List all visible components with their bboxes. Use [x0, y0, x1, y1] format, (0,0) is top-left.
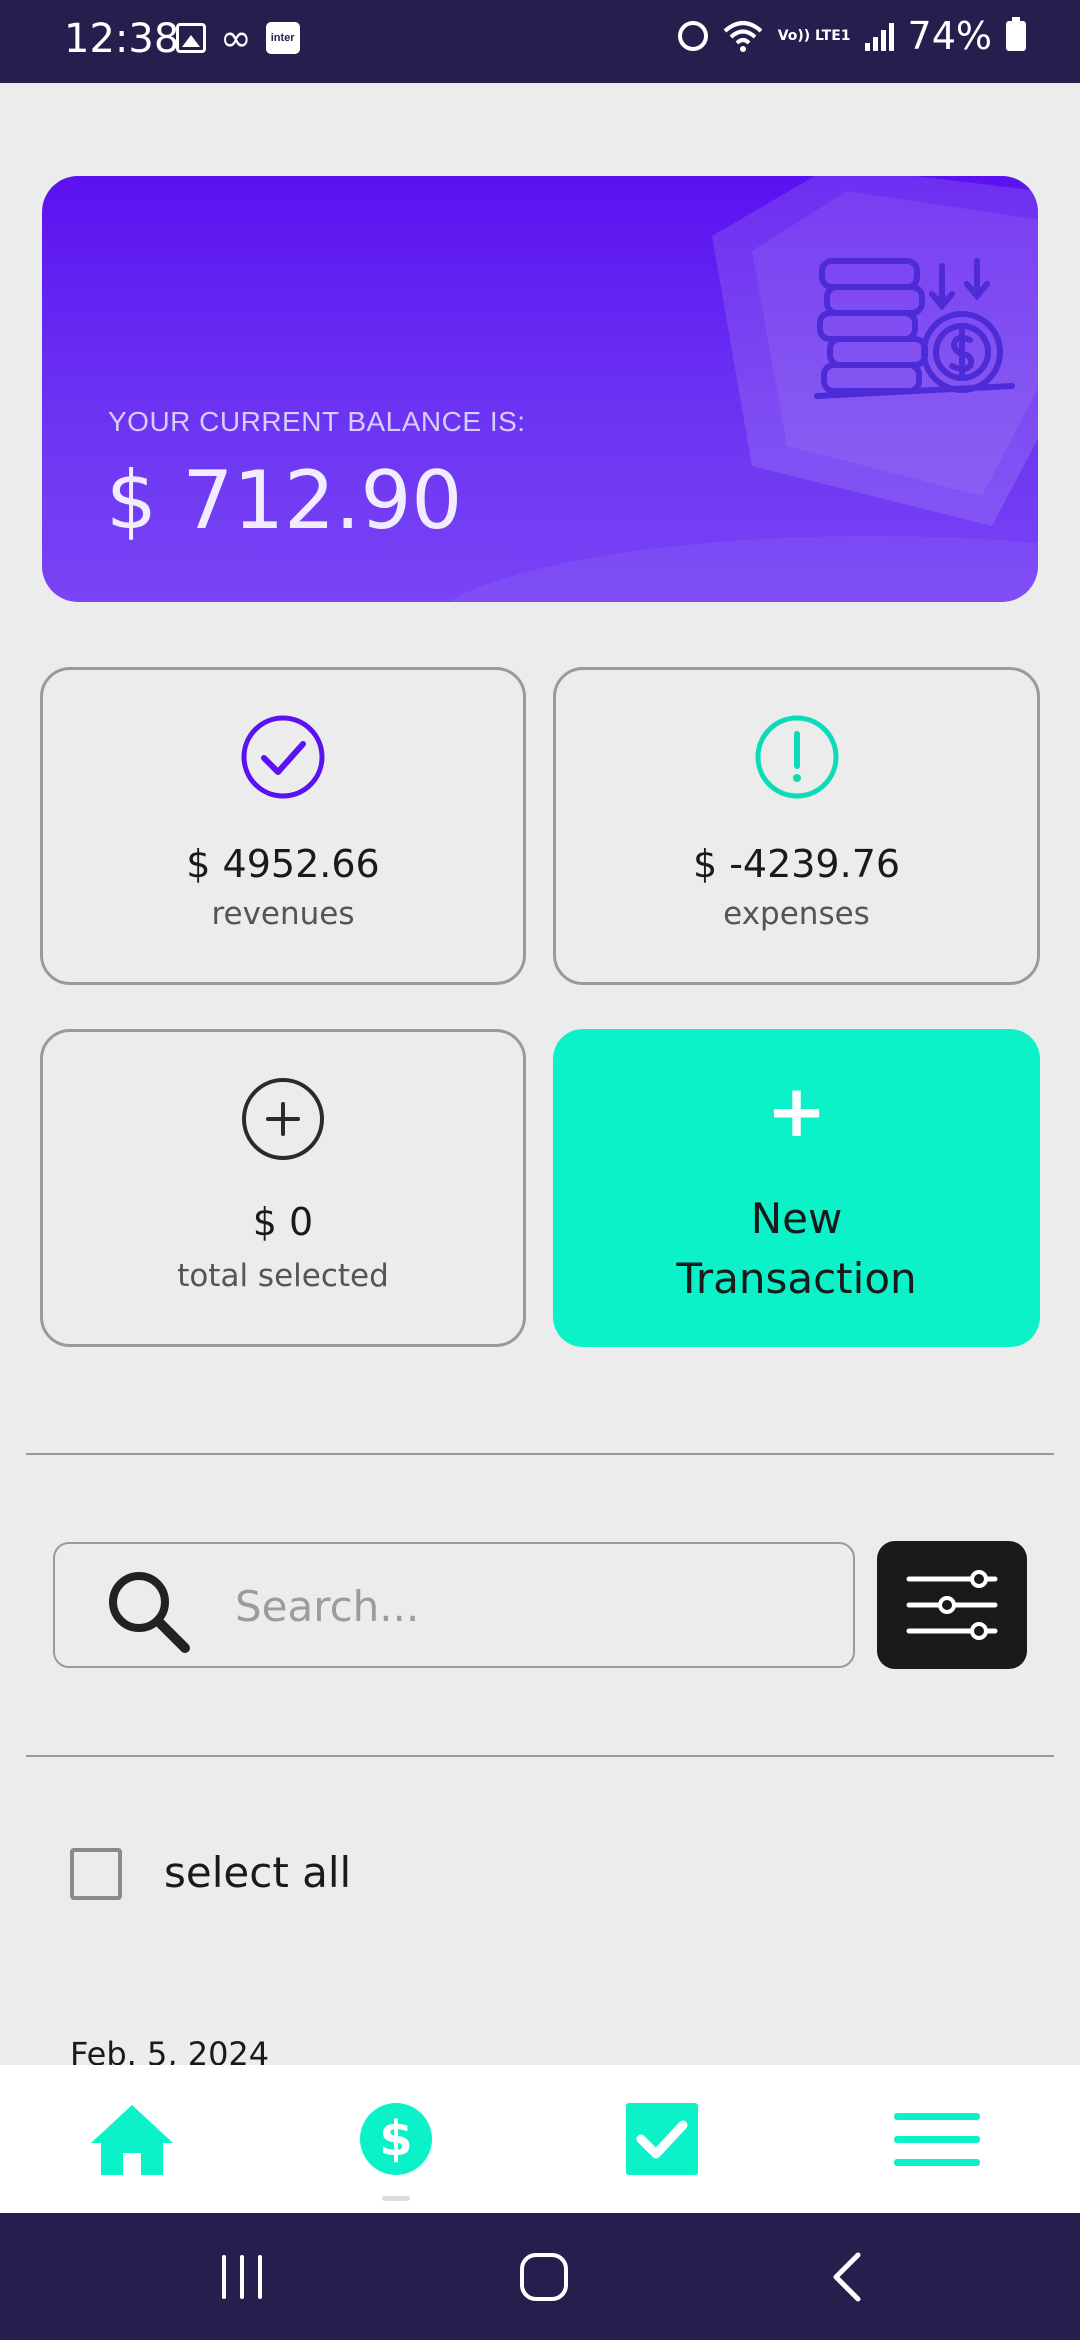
new-transaction-label-line1: New [750, 1194, 843, 1243]
revenues-label: revenues [211, 896, 355, 932]
total-selected-value: $ 0 [252, 1200, 314, 1244]
alarm-icon [677, 21, 708, 51]
divider-top [26, 1453, 1054, 1455]
select-all-checkbox[interactable] [70, 1848, 122, 1900]
status-bar: 12:38 ∞ inter Vo)) LTE1 74% [0, 0, 1080, 83]
volte-text: Vo)) LTE1 [777, 27, 851, 44]
revenues-value: $ 4952.66 [186, 842, 380, 886]
hamburger-menu-icon[interactable] [892, 2099, 982, 2179]
plus-icon: + [766, 1069, 827, 1153]
svg-text:$: $ [379, 2111, 412, 2167]
signal-icon [864, 21, 894, 51]
status-time: 12:38 [64, 16, 180, 62]
coins-illustration-icon [712, 176, 1038, 526]
home-icon[interactable] [87, 2099, 177, 2179]
checkbox-icon[interactable] [617, 2099, 707, 2179]
new-transaction-label-line2: Transaction [676, 1254, 917, 1303]
dollar-icon[interactable]: $ [351, 2099, 441, 2179]
gallery-notification-icon [176, 23, 206, 53]
recent-apps-icon[interactable] [212, 2247, 272, 2307]
balance-value: $ 712.90 [106, 454, 463, 547]
divider-bottom [26, 1755, 1054, 1757]
total-selected-label: total selected [177, 1258, 389, 1294]
home-button-icon[interactable] [514, 2247, 574, 2307]
balance-card: YOUR CURRENT BALANCE IS: $ 712.90 [42, 176, 1038, 602]
revenues-tile[interactable]: $ 4952.66 revenues [40, 667, 526, 985]
battery-icon [1006, 17, 1026, 51]
battery-percent: 74% [907, 14, 992, 58]
search-input[interactable] [235, 1568, 815, 1644]
inter-app-icon: inter [265, 22, 300, 54]
expenses-value: $ -4239.76 [692, 842, 901, 886]
search-box[interactable] [53, 1542, 855, 1668]
total-selected-tile: $ 0 total selected [40, 1029, 526, 1347]
check-circle-icon [241, 715, 325, 799]
active-tab-indicator [382, 2196, 410, 2201]
expenses-label: expenses [723, 896, 870, 932]
back-icon[interactable] [818, 2247, 878, 2307]
status-notification-icons: ∞ inter [176, 16, 300, 60]
exclamation-circle-icon [755, 715, 838, 799]
new-transaction-button[interactable]: + New Transaction [553, 1029, 1040, 1347]
balance-label: YOUR CURRENT BALANCE IS: [108, 406, 526, 437]
status-system-icons: Vo)) LTE1 74% [677, 14, 1026, 58]
volte-indicator: Vo)) LTE1 [777, 27, 851, 44]
expenses-tile[interactable]: $ -4239.76 expenses [553, 667, 1040, 985]
plus-circle-icon [242, 1078, 324, 1160]
new-transaction-label: New Transaction [553, 1189, 1040, 1309]
filter-button[interactable] [877, 1541, 1027, 1669]
infinity-notification-icon: ∞ [220, 16, 252, 60]
bottom-navigation: $ [0, 2065, 1080, 2213]
wifi-icon [723, 21, 763, 52]
search-icon [109, 1572, 190, 1653]
system-navigation-bar [0, 2213, 1080, 2340]
sliders-icon [906, 1570, 998, 1640]
select-all-label: select all [164, 1848, 352, 1897]
